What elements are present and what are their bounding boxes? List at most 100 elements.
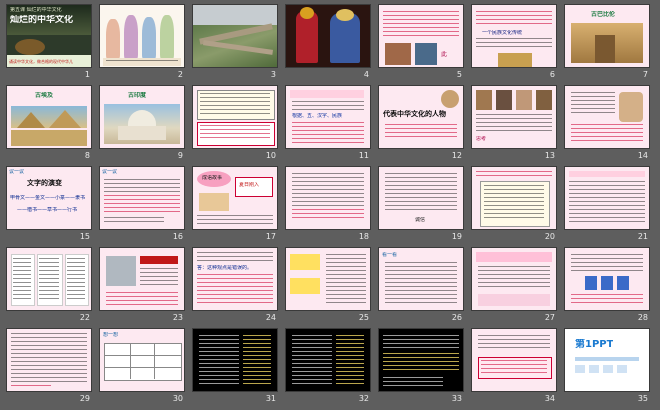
slide-2[interactable]: 2 (99, 4, 185, 85)
slide-number: 25 (358, 313, 369, 322)
slide-number: 35 (637, 394, 648, 403)
slide-number: 5 (456, 70, 462, 79)
slide-number: 2 (177, 70, 183, 79)
slide-number: 26 (451, 313, 462, 322)
slide-32[interactable]: 32 (285, 328, 371, 409)
slide-30-thumbnail[interactable]: 想一想 (99, 328, 185, 392)
slide-19[interactable]: 诚信 19 (378, 166, 464, 247)
slide-35[interactable]: 第1PPT 35 (564, 328, 650, 409)
slide-7-thumbnail[interactable]: 古巴比伦 (564, 4, 650, 68)
slide-2-thumbnail[interactable] (99, 4, 185, 68)
slide-30[interactable]: 想一想 30 (99, 328, 185, 409)
slide-15-title: 文字的演变 (27, 179, 62, 187)
slide-3-thumbnail[interactable] (192, 4, 278, 68)
slide-23-thumbnail[interactable] (99, 247, 185, 311)
slide-21[interactable]: 21 (564, 166, 650, 247)
slide-12-thumbnail[interactable]: 代表中华文化的人物 (378, 85, 464, 149)
slide-12-title: 代表中华文化的人物 (383, 110, 446, 118)
slide-12[interactable]: 代表中华文化的人物 12 (378, 85, 464, 166)
slide-29-thumbnail[interactable] (6, 328, 92, 392)
slide-5-thumbnail[interactable]: 此 (378, 4, 464, 68)
slide-25-thumbnail[interactable] (285, 247, 371, 311)
slide-7[interactable]: 古巴比伦 7 (564, 4, 650, 85)
slide-5[interactable]: 此 5 (378, 4, 464, 85)
slide-26-label: 看一看 (382, 252, 398, 258)
slide-17-thumbnail[interactable]: 成语故事 夏日刚入 (192, 166, 278, 230)
slide-15-row2: ——楷书——草书——行书 (17, 207, 78, 213)
slide-22-thumbnail[interactable] (6, 247, 92, 311)
slide-30-label: 想一想 (103, 332, 119, 338)
slide-8-thumbnail[interactable]: 古埃及 (6, 85, 92, 149)
slide-15[interactable]: 议一议 文字的演变 甲骨文——金文——小篆——隶书 ——楷书——草书——行书 1… (6, 166, 92, 247)
slide-11-thumbnail[interactable]: 根据、五、汉字、民族 (285, 85, 371, 149)
slide-13[interactable]: 思考 13 (471, 85, 557, 166)
slide-8-title: 古埃及 (35, 92, 54, 99)
slide-8[interactable]: 古埃及 8 (6, 85, 92, 166)
slide-number: 14 (637, 151, 648, 160)
slide-13-thumbnail[interactable]: 思考 (471, 85, 557, 149)
slide-31[interactable]: 31 (192, 328, 278, 409)
slide-11-highlight: 根据、五、汉字、民族 (292, 113, 343, 119)
slide-1[interactable]: 第五课 灿烂的中华文化 灿烂的中华文化 诵读中华文化，做合格的现代中华儿 1 (6, 4, 92, 85)
slide-1-thumbnail[interactable]: 第五课 灿烂的中华文化 灿烂的中华文化 诵读中华文化，做合格的现代中华儿 (6, 4, 92, 68)
slide-number: 22 (79, 313, 90, 322)
slide-22[interactable]: 22 (6, 247, 92, 328)
slide-31-thumbnail[interactable] (192, 328, 278, 392)
slide-4[interactable]: 4 (285, 4, 371, 85)
slide-number: 7 (642, 70, 648, 79)
slide-18[interactable]: 18 (285, 166, 371, 247)
slide-23[interactable]: 23 (99, 247, 185, 328)
slide-20[interactable]: 20 (471, 166, 557, 247)
slide-number: 10 (265, 151, 276, 160)
slide-32-thumbnail[interactable] (285, 328, 371, 392)
slide-5-caption: 此 (441, 51, 448, 58)
slide-26-thumbnail[interactable]: 看一看 (378, 247, 464, 311)
slide-34[interactable]: 34 (471, 328, 557, 409)
slide-15-row1: 甲骨文——金文——小篆——隶书 (10, 195, 86, 201)
slide-number: 32 (358, 394, 369, 403)
slide-28-thumbnail[interactable] (564, 247, 650, 311)
slide-24[interactable]: 答：这种观点是错误的。 24 (192, 247, 278, 328)
slide-17[interactable]: 成语故事 夏日刚入 17 (192, 166, 278, 247)
slide-35-thumbnail[interactable]: 第1PPT (564, 328, 650, 392)
slide-27-thumbnail[interactable] (471, 247, 557, 311)
slide-7-title: 古巴比伦 (591, 11, 616, 18)
slide-14[interactable]: 14 (564, 85, 650, 166)
slide-16[interactable]: 议一议 16 (99, 166, 185, 247)
slide-number: 16 (172, 232, 183, 241)
slide-number: 21 (637, 232, 648, 241)
slide-4-thumbnail[interactable] (285, 4, 371, 68)
slide-number: 30 (172, 394, 183, 403)
slide-number: 13 (544, 151, 555, 160)
slide-16-thumbnail[interactable]: 议一议 (99, 166, 185, 230)
slide-20-thumbnail[interactable] (471, 166, 557, 230)
slide-3[interactable]: 3 (192, 4, 278, 85)
slide-26[interactable]: 看一看 26 (378, 247, 464, 328)
slide-10-thumbnail[interactable] (192, 85, 278, 149)
slide-27[interactable]: 27 (471, 247, 557, 328)
slide-21-thumbnail[interactable] (564, 166, 650, 230)
slide-15-thumbnail[interactable]: 议一议 文字的演变 甲骨文——金文——小篆——隶书 ——楷书——草书——行书 (6, 166, 92, 230)
slide-6-thumbnail[interactable]: 一个民族文化传统 (471, 4, 557, 68)
slide-14-thumbnail[interactable] (564, 85, 650, 149)
slide-28[interactable]: 28 (564, 247, 650, 328)
slide-9[interactable]: 古印度 9 (99, 85, 185, 166)
slide-number: 24 (265, 313, 276, 322)
slide-33[interactable]: 33 (378, 328, 464, 409)
slide-24-thumbnail[interactable]: 答：这种观点是错误的。 (192, 247, 278, 311)
slide-6[interactable]: 一个民族文化传统 6 (471, 4, 557, 85)
slide-number: 1 (84, 70, 90, 79)
slide-number: 33 (451, 394, 462, 403)
slide-9-thumbnail[interactable]: 古印度 (99, 85, 185, 149)
slide-16-label: 议一议 (102, 169, 118, 175)
slide-34-thumbnail[interactable] (471, 328, 557, 392)
slide-10[interactable]: 10 (192, 85, 278, 166)
slide-19-thumbnail[interactable]: 诚信 (378, 166, 464, 230)
slide-18-thumbnail[interactable] (285, 166, 371, 230)
slide-25[interactable]: 25 (285, 247, 371, 328)
slide-24-caption: 答：这种观点是错误的。 (197, 265, 253, 271)
slide-11[interactable]: 根据、五、汉字、民族 11 (285, 85, 371, 166)
slide-6-caption: 一个民族文化传统 (482, 30, 523, 36)
slide-29[interactable]: 29 (6, 328, 92, 409)
slide-33-thumbnail[interactable] (378, 328, 464, 392)
